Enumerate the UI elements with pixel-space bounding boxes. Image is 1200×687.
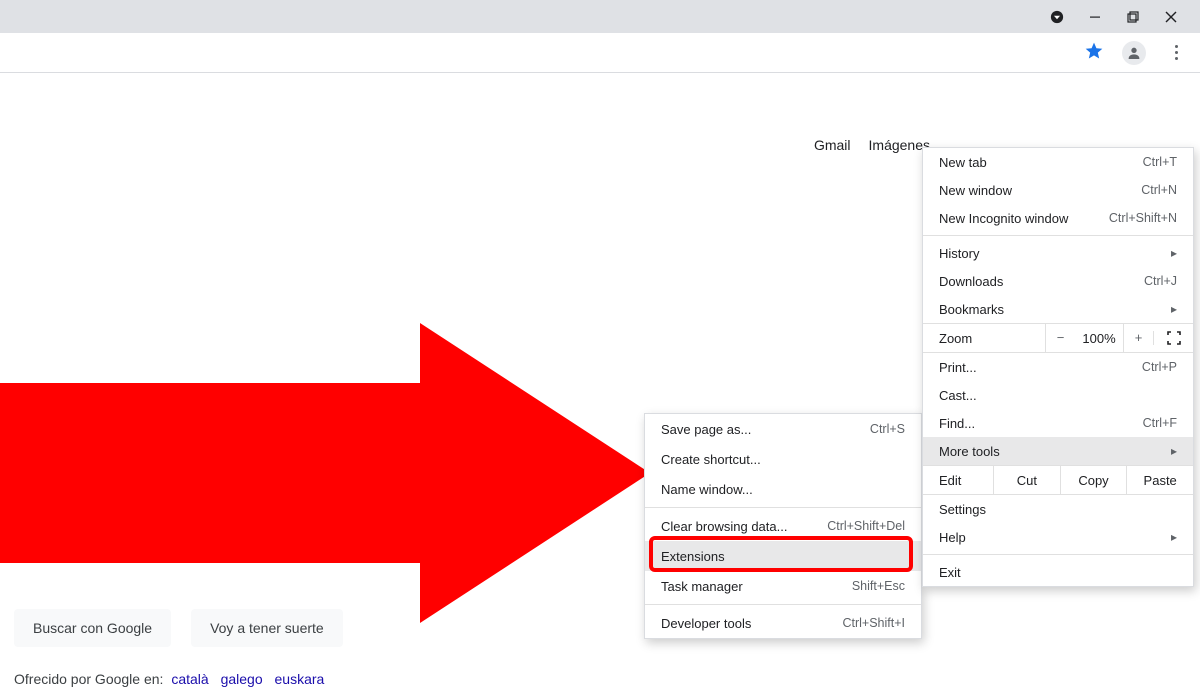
profile-avatar[interactable]: [1122, 41, 1146, 65]
chrome-main-menu: New tabCtrl+T New windowCtrl+N New Incog…: [922, 147, 1194, 587]
submenu-clear-browsing-data[interactable]: Clear browsing data... Ctrl+Shift+Del: [645, 511, 921, 541]
lang-link-euskara[interactable]: euskara: [275, 671, 325, 687]
submenu-separator-2: [645, 604, 921, 605]
bookmark-star-icon[interactable]: [1084, 41, 1104, 64]
menu-help[interactable]: Help▸: [923, 523, 1193, 551]
submenu-name-window[interactable]: Name window...: [645, 474, 921, 504]
chevron-right-icon: ▸: [1165, 530, 1177, 544]
feeling-lucky-button[interactable]: Voy a tener suerte: [191, 609, 343, 647]
menu-new-tab[interactable]: New tabCtrl+T: [923, 148, 1193, 176]
chevron-right-icon: ▸: [1165, 302, 1177, 316]
zoom-in-button[interactable]: +: [1123, 323, 1153, 353]
zoom-value: 100%: [1075, 331, 1123, 346]
edit-label: Edit: [923, 466, 993, 494]
paste-button[interactable]: Paste: [1126, 466, 1193, 494]
zoom-label: Zoom: [923, 331, 1045, 346]
offered-prefix: Ofrecido por Google en:: [14, 671, 163, 687]
menu-find[interactable]: Find...Ctrl+F: [923, 409, 1193, 437]
submenu-save-page[interactable]: Save page as... Ctrl+S: [645, 414, 921, 444]
menu-zoom-row: Zoom − 100% +: [923, 323, 1193, 353]
titlebar-badge-icon: [1050, 10, 1064, 24]
submenu-create-shortcut[interactable]: Create shortcut...: [645, 444, 921, 474]
menu-bookmarks[interactable]: Bookmarks▸: [923, 295, 1193, 323]
chevron-right-icon: ▸: [1165, 246, 1177, 260]
images-link[interactable]: Imágenes: [869, 137, 930, 153]
menu-downloads[interactable]: DownloadsCtrl+J: [923, 267, 1193, 295]
page-content: Gmail Imágenes Buscar con Google Voy a t…: [0, 73, 1200, 675]
lang-link-catala[interactable]: català: [171, 671, 208, 687]
submenu-developer-tools[interactable]: Developer tools Ctrl+Shift+I: [645, 608, 921, 638]
gmail-link[interactable]: Gmail: [814, 137, 851, 153]
copy-button[interactable]: Copy: [1060, 466, 1127, 494]
menu-print[interactable]: Print...Ctrl+P: [923, 353, 1193, 381]
lang-link-galego[interactable]: galego: [221, 671, 263, 687]
browser-toolbar: [0, 33, 1200, 73]
window-titlebar: [0, 0, 1200, 33]
menu-new-window[interactable]: New windowCtrl+N: [923, 176, 1193, 204]
more-tools-submenu: Save page as... Ctrl+S Create shortcut..…: [644, 413, 922, 639]
menu-more-tools[interactable]: More tools▸: [923, 437, 1193, 465]
menu-edit-row: Edit Cut Copy Paste: [923, 465, 1193, 495]
menu-button[interactable]: [1164, 41, 1188, 65]
menu-new-incognito[interactable]: New Incognito windowCtrl+Shift+N: [923, 204, 1193, 232]
google-search-button[interactable]: Buscar con Google: [14, 609, 171, 647]
google-top-links: Gmail Imágenes: [814, 137, 930, 153]
submenu-task-manager[interactable]: Task manager Shift+Esc: [645, 571, 921, 601]
menu-settings[interactable]: Settings: [923, 495, 1193, 523]
google-buttons-row: Buscar con Google Voy a tener suerte: [14, 609, 343, 647]
cut-button[interactable]: Cut: [993, 466, 1060, 494]
zoom-out-button[interactable]: −: [1045, 323, 1075, 353]
window-close-button[interactable]: [1164, 10, 1178, 24]
submenu-extensions[interactable]: Extensions: [645, 541, 921, 571]
offered-languages: Ofrecido por Google en: català galego eu…: [14, 671, 328, 687]
window-maximize-button[interactable]: [1126, 10, 1140, 24]
chevron-right-icon: ▸: [1165, 444, 1177, 458]
menu-cast[interactable]: Cast...: [923, 381, 1193, 409]
window-minimize-button[interactable]: [1088, 10, 1102, 24]
submenu-separator: [645, 507, 921, 508]
fullscreen-button[interactable]: [1153, 331, 1193, 345]
red-arrow-annotation: [0, 323, 650, 623]
menu-history[interactable]: History▸: [923, 239, 1193, 267]
menu-exit[interactable]: Exit: [923, 558, 1193, 586]
